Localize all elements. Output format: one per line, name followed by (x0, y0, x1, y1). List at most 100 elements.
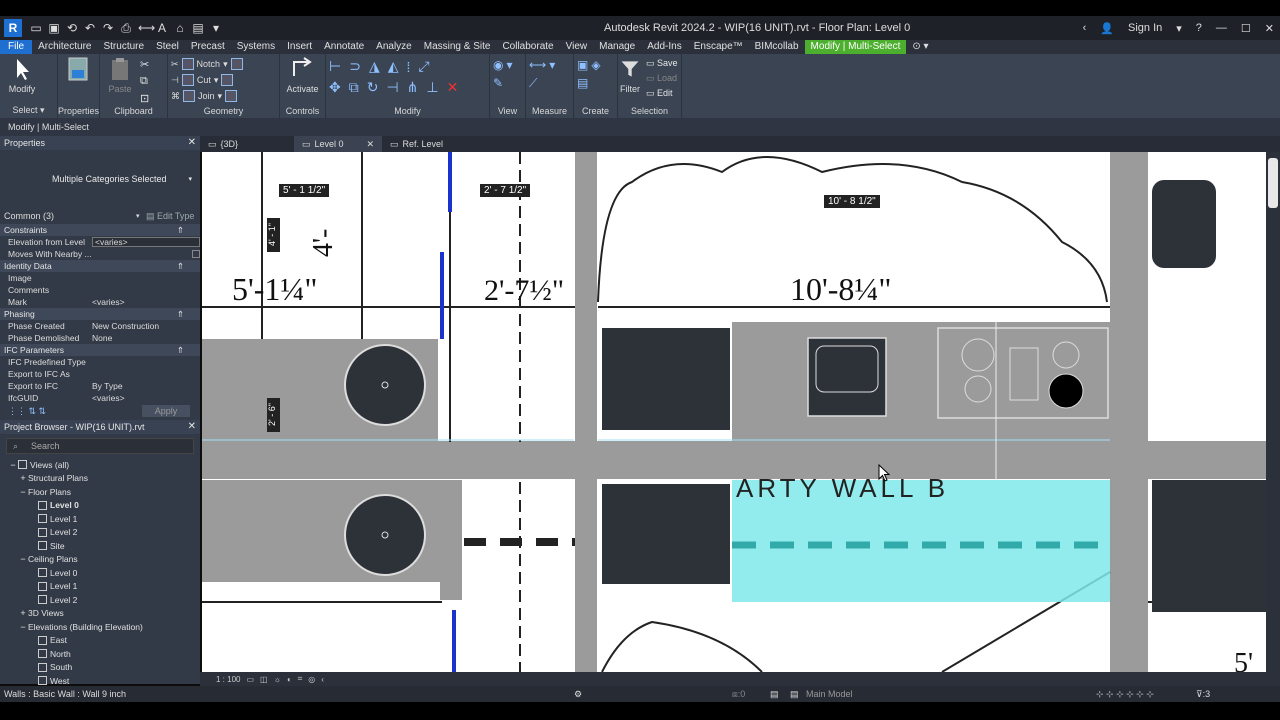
browser-item[interactable]: North (0, 647, 200, 661)
property-section[interactable]: Identity Data ⇑ (0, 260, 200, 272)
property-value[interactable]: New Construction (92, 321, 200, 331)
redo-icon[interactable]: ↷ (102, 21, 114, 36)
copy-element-icon[interactable]: ⧉ (349, 79, 359, 96)
property-value[interactable]: <varies> (92, 393, 200, 403)
geometry-extra-icon[interactable] (230, 58, 243, 70)
notch-button[interactable]: ✂ Notch ▾ (171, 58, 243, 70)
sun-path-icon[interactable]: ☼ (274, 675, 281, 684)
dimension-tag-3[interactable]: 10' - 8 1/2" (824, 195, 880, 208)
washbasin-1[interactable] (344, 344, 426, 426)
expand-icon[interactable]: + (18, 473, 28, 483)
ribbon-tab-structure[interactable]: Structure (97, 40, 150, 54)
shadows-icon[interactable]: ◐ (287, 675, 292, 684)
maximize-icon[interactable]: ☐ (1241, 22, 1251, 35)
dark-block-4[interactable] (1152, 480, 1266, 612)
collapse-icon[interactable]: − (8, 460, 18, 470)
create-assembly-icon[interactable]: ▣ (577, 58, 588, 72)
property-row[interactable]: Export to IFC By Type (0, 380, 200, 392)
tab-close-icon[interactable]: ✕ (366, 136, 374, 152)
trim-icon[interactable]: ⊣ (386, 79, 398, 96)
ribbon-tab-steel[interactable]: Steel (150, 40, 185, 54)
visual-style-icon[interactable]: ◫ (260, 675, 268, 684)
demolish-icon[interactable] (225, 90, 238, 102)
create-parts-icon[interactable]: ◈ (591, 58, 600, 72)
active-model[interactable]: Main Model (806, 689, 853, 699)
align-icon[interactable]: ⊢ (329, 58, 341, 75)
instance-filter[interactable]: Common (3) ▾ ▤ Edit Type (0, 208, 200, 224)
measure-between-icon[interactable]: ⟷ (529, 58, 546, 72)
text-icon[interactable]: A (156, 21, 168, 36)
user-icon[interactable]: 👤 (1100, 22, 1114, 35)
split-icon[interactable]: ⋔ (407, 79, 419, 96)
property-row[interactable]: Moves With Nearby ... (0, 248, 200, 260)
close-hidden-icon[interactable]: ▤ (192, 21, 204, 36)
ribbon-tab-annotate[interactable]: Annotate (318, 40, 370, 54)
property-row[interactable]: Export to IFC As (0, 368, 200, 380)
view-scale[interactable]: 1 : 100 (216, 675, 240, 684)
ribbon-tab-view[interactable]: View (560, 40, 594, 54)
ribbon-tab-architecture[interactable]: Architecture (32, 40, 97, 54)
vertical-scrollbar[interactable] (1266, 152, 1280, 672)
ribbon-tab-massing-site[interactable]: Massing & Site (418, 40, 497, 54)
property-section[interactable]: Phasing ⇑ (0, 308, 200, 320)
ribbon-tab-precast[interactable]: Precast (185, 40, 231, 54)
browser-item[interactable]: East (0, 634, 200, 648)
view-tab[interactable]: ▭ Level 0 ✕ (294, 136, 382, 152)
home-icon[interactable]: ⌂ (174, 21, 186, 36)
grey-wall-2[interactable] (1110, 152, 1148, 672)
ribbon-tab-add-ins[interactable]: Add-Ins (641, 40, 687, 54)
browser-item[interactable]: South (0, 661, 200, 675)
minimize-icon[interactable]: — (1216, 22, 1227, 34)
ribbon-tab-analyze[interactable]: Analyze (370, 40, 418, 54)
browser-item[interactable]: + Structural Plans (0, 472, 200, 486)
design-options-icon[interactable]: ▤ (770, 689, 779, 700)
browser-item[interactable]: Site (0, 539, 200, 553)
temporary-hide-icon[interactable]: ◎ (308, 675, 315, 684)
paste-button[interactable]: Paste (100, 56, 140, 94)
grey-wall-corridor[interactable] (202, 441, 1266, 479)
cut-clip-icon[interactable]: ✂ (140, 58, 149, 71)
ribbon-tab-insert[interactable]: Insert (281, 40, 318, 54)
browser-item[interactable]: Level 0 (0, 566, 200, 580)
dark-block-3[interactable] (1152, 180, 1216, 268)
pin-icon[interactable]: ⊥ (426, 79, 438, 96)
browser-close-icon[interactable]: ✕ (188, 420, 196, 434)
property-section[interactable]: Constraints ⇑ (0, 224, 200, 236)
match-icon[interactable]: ⊡ (140, 92, 149, 105)
property-row[interactable]: IfcGUID <varies> (0, 392, 200, 404)
array-icon[interactable]: ⁞ (407, 59, 411, 75)
scale-icon[interactable]: ⤢ (418, 58, 429, 75)
property-section[interactable]: IFC Parameters ⇑ (0, 344, 200, 356)
split-face-icon[interactable] (221, 74, 234, 86)
edit-type-button[interactable]: ▤ Edit Type (146, 211, 194, 222)
property-row[interactable]: Phase Demolished None (0, 332, 200, 344)
create-group-icon[interactable]: ▤ (577, 76, 588, 90)
open-icon[interactable]: ▭ (30, 21, 42, 36)
view-tab[interactable]: ▭ {3D} (200, 136, 294, 152)
filter-button[interactable]: Filter (618, 56, 642, 94)
mirror-draw-icon[interactable]: ◭ (388, 58, 399, 75)
browser-item[interactable]: − Ceiling Plans (0, 553, 200, 567)
nav-back-icon[interactable]: ‹ (1083, 22, 1087, 34)
browser-item[interactable]: − Floor Plans (0, 485, 200, 499)
ribbon-more-icon[interactable]: ⊙ ▾ (906, 40, 934, 54)
property-value[interactable]: <varies> (92, 297, 200, 307)
ribbon-tab-collaborate[interactable]: Collaborate (496, 40, 559, 54)
modify-button[interactable]: Modify (0, 56, 44, 94)
property-value[interactable]: <varies> (92, 237, 200, 247)
detail-level-icon[interactable]: ▭ (246, 675, 254, 684)
browser-item[interactable]: − Views (all) (0, 458, 200, 472)
expand-icon[interactable]: + (18, 608, 28, 618)
collapse-icon[interactable]: − (18, 554, 28, 564)
grey-wall-1[interactable] (575, 152, 597, 672)
dimension-tag-2[interactable]: 2' - 7 1/2" (480, 184, 531, 197)
property-value[interactable]: By Type (92, 381, 200, 391)
browser-item[interactable]: − Elevations (Building Elevation) (0, 620, 200, 634)
collapse-icon[interactable]: ⇑ (177, 345, 184, 356)
crop-icon[interactable]: ⌗ (298, 674, 303, 684)
cut-button[interactable]: ⊣ Cut ▾ (171, 74, 234, 86)
property-row[interactable]: Mark <varies> (0, 296, 200, 308)
type-selector[interactable]: Multiple Categories Selected ▾ (0, 150, 200, 208)
ribbon-tab-modify-multi-select[interactable]: Modify | Multi-Select (804, 40, 907, 54)
browser-search-input[interactable]: ⌕ Search (6, 438, 194, 454)
